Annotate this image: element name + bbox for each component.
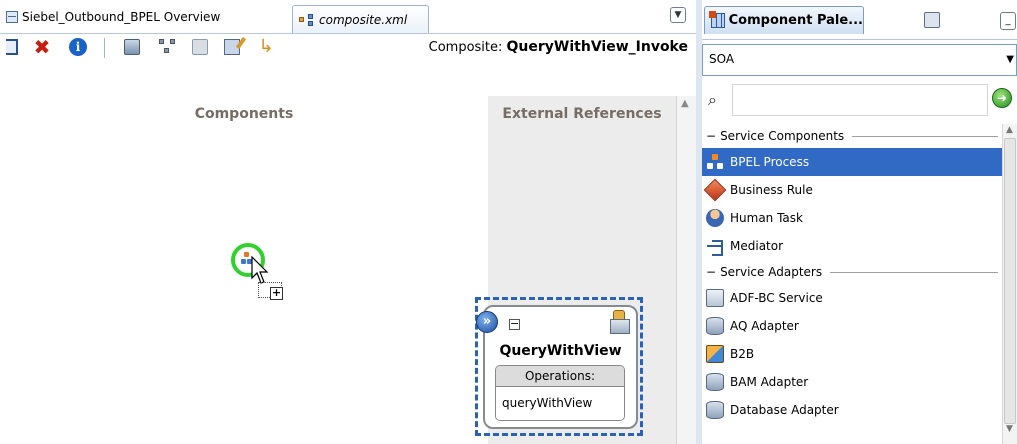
business-rule-icon [703,178,727,202]
composite-name: QueryWithView_Invoke [506,39,688,55]
tab-list-dropdown[interactable]: ▼ [670,7,686,23]
palette-item-label: Human Task [730,211,803,225]
go-search-icon[interactable]: ➜ [992,88,1012,108]
section-divider [830,271,998,273]
scroll-up-icon[interactable]: ▲ [681,98,689,109]
adapter-icon [607,310,633,336]
composite-label: Composite: QueryWithView_Invoke [429,39,688,55]
b2b-icon [706,345,724,363]
deploy-icon[interactable] [120,34,144,60]
palette-grid-icon [709,11,725,28]
palette-item-label: AQ Adapter [730,319,799,333]
palette-search-input[interactable] [732,84,988,116]
palette-list: − Service Components BPEL Process Busine… [702,124,1002,444]
palette-item-business-rule[interactable]: Business Rule [702,176,1002,204]
palette-title: Component Pale... [728,13,863,28]
editor-tab-bar: Siebel_Outbound_BPEL Overview composite.… [0,0,696,34]
palette-item-label: Database Adapter [730,403,839,417]
component-palette: Component Pale... _ SOA ▼ ⌕ ➜ − Service … [702,0,1017,444]
editor-toolbar: ✖ i ↳ Composite: QueryWithView_Invoke [0,34,696,96]
collapse-dash-icon: − [706,129,717,143]
collapse-dash-icon: − [706,265,717,279]
tab-composite[interactable]: composite.xml [292,5,429,33]
reference-chevron-icon[interactable]: » [476,311,498,333]
section-header-service-adapters[interactable]: − Service Adapters [702,260,1002,284]
mediator-icon [706,237,724,256]
palette-item-label: B2B [730,347,755,361]
database-adapter-icon [706,401,724,419]
section-title: Service Adapters [720,265,823,279]
arrow-icon[interactable]: ↳ [254,34,278,60]
bpel-process-icon [706,153,724,171]
section-title: Service Components [720,129,845,143]
palette-item-bam-adapter[interactable]: BAM Adapter [702,368,1002,396]
tab-overview-label: Siebel_Outbound_BPEL Overview [22,10,221,24]
aq-adapter-icon [706,317,724,335]
human-task-icon [706,209,724,227]
operations-panel: Operations: queryWithView [495,365,625,421]
palette-category-select[interactable]: SOA ▼ [702,44,1017,76]
palette-item-label: BPEL Process [730,155,810,169]
scrollbar-thumb[interactable] [1004,138,1016,424]
composite-label-prefix: Composite: [428,40,503,55]
palette-item-database-adapter[interactable]: Database Adapter [702,396,1002,424]
palette-category-value: SOA [709,52,735,66]
palette-item-label: Mediator [730,239,784,253]
section-divider [852,135,998,137]
collapse-icon[interactable]: − [509,318,520,330]
palette-item-human-task[interactable]: Human Task [702,204,1002,232]
bam-adapter-icon [706,373,724,391]
chevron-down-icon: ▼ [1006,54,1014,65]
network-icon[interactable] [156,34,180,60]
overview-icon [6,11,18,23]
toolbar-separator [104,38,105,58]
delete-icon[interactable]: ✖ [30,34,54,60]
edit-icon[interactable] [220,34,244,60]
palette-tab-bar: Component Pale... _ [702,0,1017,40]
disabled-icon[interactable] [188,34,212,60]
palette-item-adf-bc-service[interactable]: ADF-BC Service [702,284,1002,312]
palette-item-aq-adapter[interactable]: AQ Adapter [702,312,1002,340]
reference-name: QueryWithView [499,343,622,359]
scroll-up-icon[interactable]: ▲ [1006,125,1013,135]
palette-item-mediator[interactable]: Mediator [702,232,1002,260]
adf-bc-service-icon [706,289,724,307]
info-icon[interactable]: i [66,34,90,60]
drag-copy-icon: + [270,286,283,300]
scroll-down-icon[interactable]: ▼ [1006,424,1013,434]
palette-scrollbar[interactable]: ▲ ▼ [1002,124,1017,444]
canvas-vertical-scrollbar[interactable]: ▲ [676,96,696,444]
palette-item-label: ADF-BC Service [730,291,823,305]
document-icon[interactable] [0,34,24,60]
properties-tab-icon[interactable] [924,12,940,28]
tab-overview[interactable]: Siebel_Outbound_BPEL Overview [0,5,284,29]
palette-item-b2b[interactable]: B2B [702,340,1002,368]
external-references-title: External References [502,106,662,122]
composite-icon [299,13,315,26]
palette-item-label: BAM Adapter [730,375,809,389]
section-header-service-components[interactable]: − Service Components [702,124,1002,148]
operations-header: Operations: [496,366,624,387]
palette-item-bpel-process[interactable]: BPEL Process [702,148,1002,176]
tab-component-palette[interactable]: Component Pale... [704,6,864,34]
operation-item[interactable]: queryWithView [496,387,624,420]
binoculars-search-icon: ⌕ [708,90,717,109]
minimize-icon[interactable]: _ [1000,12,1016,30]
tab-composite-label: composite.xml [319,12,408,27]
components-title: Components [194,106,294,122]
palette-item-label: Business Rule [730,183,813,197]
